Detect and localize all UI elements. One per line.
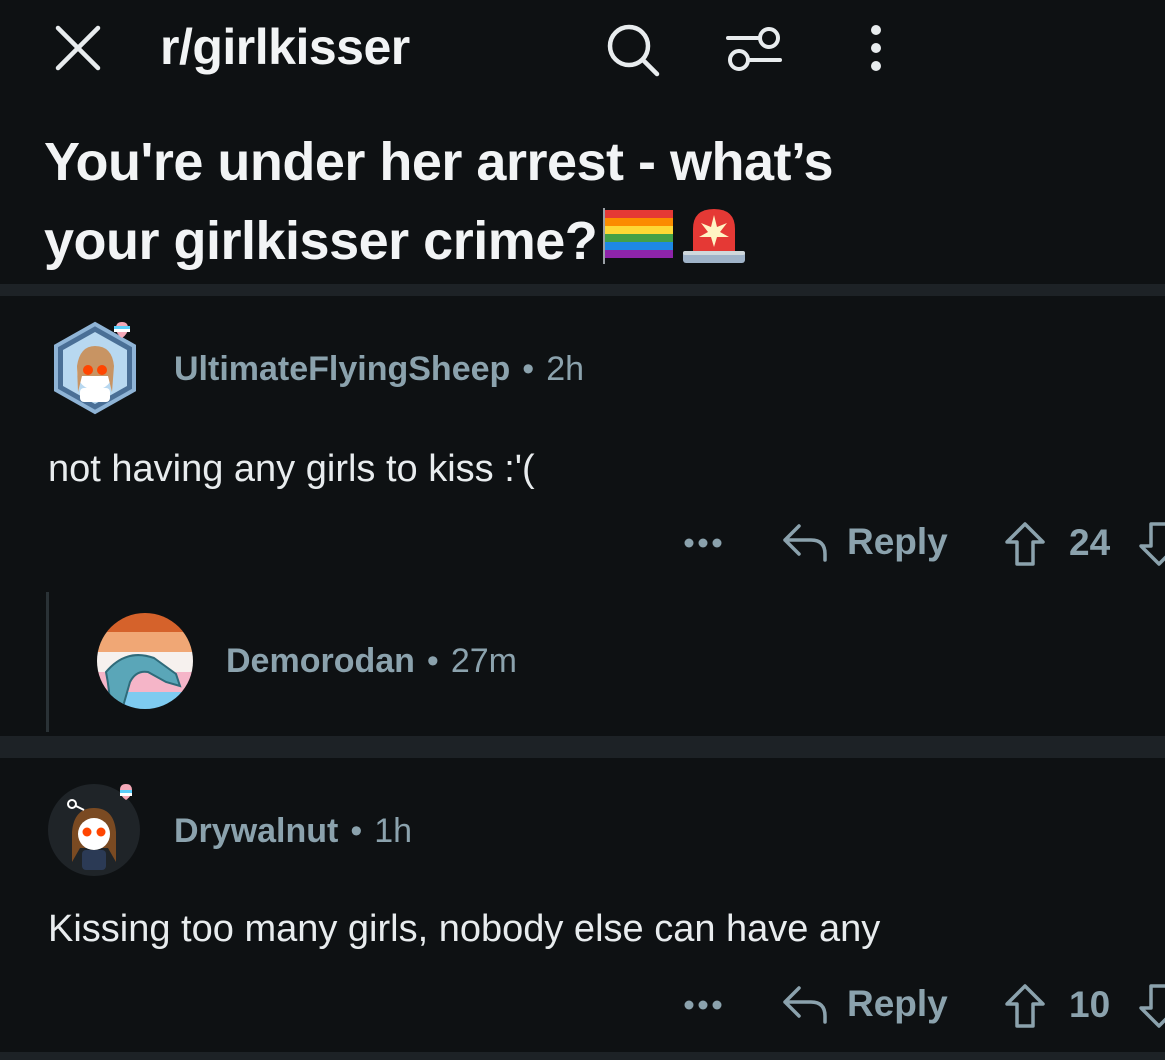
comment-meta: Drywalnut • 1h [174,812,412,851]
avatar[interactable] [46,778,146,883]
username[interactable]: Demorodan [226,642,415,680]
thread-line[interactable] [46,592,49,732]
avatar[interactable] [50,316,140,421]
comment-divider [0,1052,1165,1060]
post-title-line-2: your girlkisser crime? [44,210,598,271]
post-comments-divider [0,284,1165,296]
downvote-icon[interactable] [1137,982,1165,1035]
more-horizontal-icon[interactable] [681,990,729,1020]
close-icon[interactable] [52,22,104,74]
meta-separator: • [426,642,439,680]
timestamp: 2h [546,350,585,388]
comment-meta: UltimateFlyingSheep • 2h [174,350,584,389]
downvote-icon[interactable] [1137,520,1165,573]
comment-ultimateflyingsheep: UltimateFlyingSheep • 2h not having any gi… [0,296,1165,734]
reply-button[interactable]: Reply [781,976,948,1032]
top-bar: r/girlkisser [0,0,1165,100]
reply-label: Reply [847,983,948,1024]
vote-score: 10 [1069,984,1111,1025]
comment-drywalnut: Drywalnut • 1h Kissing too many girls, nob… [0,758,1165,1060]
vote-score: 24 [1069,522,1111,563]
rainbow-flag-emoji [599,204,677,285]
comment-actions: Reply 24 [565,514,1165,574]
reply-icon [783,524,827,562]
search-icon[interactable] [604,22,664,78]
comment-body[interactable]: Kissing too many girls, nobody else can … [48,908,880,951]
comment-divider [0,736,1165,758]
upvote-icon[interactable] [1003,520,1047,573]
filter-icon[interactable] [724,22,784,78]
comment-body[interactable]: not having any girls to kiss :'( [48,448,535,491]
username[interactable]: UltimateFlyingSheep [174,350,510,388]
police-light-emoji [679,201,749,288]
more-vertical-icon[interactable] [858,22,894,78]
avatar[interactable] [96,612,194,715]
post-title-line-1: You're under her arrest - what’s [44,132,834,192]
comment-actions: Reply 10 [565,976,1165,1036]
reply-label: Reply [847,521,948,562]
meta-separator: • [522,350,535,388]
comment-meta: Demorodan • 27m [226,642,517,681]
post-title[interactable]: You're under her arrest - what’s your gi… [44,124,1044,288]
reply-icon [783,986,827,1024]
subreddit-name[interactable]: r/girlkisser [160,18,410,76]
upvote-icon[interactable] [1003,982,1047,1035]
meta-separator: • [350,812,363,850]
more-horizontal-icon[interactable] [681,528,729,558]
username[interactable]: Drywalnut [174,812,338,850]
reply-button[interactable]: Reply [781,514,948,570]
timestamp: 1h [374,812,413,850]
timestamp: 27m [450,642,517,680]
